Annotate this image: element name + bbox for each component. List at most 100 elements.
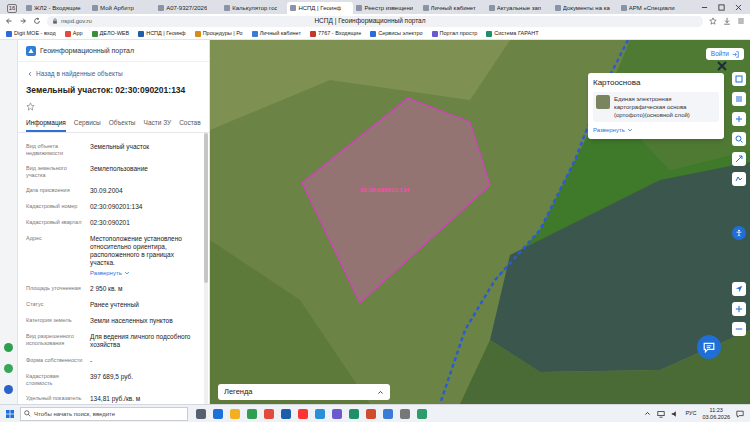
- panel-tab[interactable]: Сервисы: [74, 119, 101, 132]
- taskbar-app-icon[interactable]: [383, 409, 393, 419]
- maximize-icon[interactable]: [718, 4, 725, 11]
- bookmark[interactable]: Система ГАРАНТ: [486, 30, 538, 37]
- legend-bar[interactable]: Легенда: [218, 384, 390, 400]
- bookmark-label[interactable]: App: [73, 30, 83, 37]
- bookmark-label[interactable]: Личный кабинет: [260, 30, 301, 37]
- bookmark-label[interactable]: Портал простр: [440, 30, 478, 37]
- basemap-expand[interactable]: Развернуть: [593, 126, 719, 134]
- map-tool-icon[interactable]: [732, 172, 746, 186]
- taskbar-app-icon[interactable]: [213, 409, 223, 419]
- map-tool-icon[interactable]: [732, 112, 746, 126]
- browser-tab[interactable]: Калькулятор гос: [221, 2, 287, 14]
- login-text[interactable]: Войти: [711, 50, 729, 58]
- bookmark-star-icon[interactable]: [709, 17, 717, 25]
- tab-label[interactable]: ЖЛ2 - Входящие: [34, 4, 81, 12]
- browser-tab[interactable]: НСПД | Геоинф: [287, 2, 353, 14]
- taskbar-app-icon[interactable]: [400, 409, 410, 419]
- clock-time[interactable]: 11:23: [710, 407, 723, 414]
- bookmark[interactable]: НСПД | Геоинф: [138, 30, 185, 37]
- tab-label[interactable]: АРМ «Специали: [629, 4, 675, 12]
- zoom-in-icon[interactable]: [732, 302, 746, 316]
- sidebar-app-icon[interactable]: [4, 385, 13, 394]
- bookmark[interactable]: ДЕЛО-WEB: [92, 30, 130, 37]
- bookmark-label[interactable]: Digit МОЕ - вход: [14, 30, 56, 37]
- menu-icon[interactable]: [737, 17, 745, 25]
- bookmark[interactable]: App: [65, 30, 83, 37]
- taskbar-app-icon[interactable]: [315, 409, 325, 419]
- zoom-out-icon[interactable]: [732, 322, 746, 336]
- tab-label[interactable]: Реестр извещени: [364, 4, 413, 12]
- sidebar-app-icon[interactable]: [4, 364, 13, 373]
- browser-tab[interactable]: Актуальные зап: [486, 2, 552, 14]
- map-tool-icon[interactable]: [732, 152, 746, 166]
- favorite-star-icon[interactable]: [26, 102, 35, 111]
- taskbar-app-icon[interactable]: [417, 409, 427, 419]
- bookmark-label[interactable]: 7767 - Входящие: [318, 30, 361, 37]
- back-text[interactable]: Назад в найденные объекты: [36, 70, 123, 78]
- bookmark[interactable]: Личный кабинет: [252, 30, 301, 37]
- browser-tab[interactable]: Мой Арбитр: [89, 2, 155, 14]
- basemap-layer-name[interactable]: Единая электронная картографическая осно…: [614, 95, 716, 119]
- address-text[interactable]: nspd.gov.ru: [61, 17, 92, 25]
- taskbar-app-icon[interactable]: [349, 409, 359, 419]
- locate-icon[interactable]: [732, 282, 746, 296]
- chat-icon[interactable]: [697, 335, 721, 359]
- notifications-icon[interactable]: [736, 410, 744, 418]
- address-bar[interactable]: nspd.gov.ruНСПД | Геоинформационный порт…: [47, 16, 703, 27]
- tray-arrow-icon[interactable]: [644, 410, 651, 417]
- browser-tab[interactable]: Документы на ка: [552, 2, 618, 14]
- browser-tab[interactable]: ЖЛ2 - Входящие: [23, 2, 89, 14]
- tab-label[interactable]: Документы на ка: [563, 4, 610, 12]
- browser-tab[interactable]: Личный кабинет: [420, 2, 486, 14]
- bookmark[interactable]: Процедуры | Ро: [195, 30, 243, 37]
- panel-tab[interactable]: Состав: [179, 119, 201, 132]
- map-tool-icon[interactable]: [732, 92, 746, 106]
- taskbar-app-icon[interactable]: [332, 409, 342, 419]
- tab-label[interactable]: Личный кабинет: [431, 4, 476, 12]
- bookmark[interactable]: Портал простр: [432, 30, 478, 37]
- taskbar-app-icon[interactable]: [247, 409, 257, 419]
- bookmark[interactable]: Digit МОЕ - вход: [6, 30, 56, 37]
- bookmark-label[interactable]: Система ГАРАНТ: [494, 30, 538, 37]
- browser-tab[interactable]: АРМ «Специали: [618, 2, 684, 14]
- panel-tab[interactable]: Информация: [26, 119, 66, 132]
- input-language[interactable]: РУС: [685, 410, 696, 417]
- map-tool-icon[interactable]: [732, 72, 746, 86]
- bookmark-label[interactable]: НСПД | Геоинф: [146, 30, 185, 37]
- taskbar-app-icon[interactable]: [196, 409, 206, 419]
- back-icon[interactable]: [5, 17, 13, 25]
- bookmark[interactable]: 7767 - Входящие: [310, 30, 361, 37]
- bookmark-label[interactable]: Сервисы электро: [378, 30, 422, 37]
- legend-text[interactable]: Легенда: [224, 387, 253, 397]
- search-placeholder[interactable]: Чтобы начать поиск, введите: [34, 410, 115, 418]
- download-icon[interactable]: [723, 17, 731, 25]
- bookmark-label[interactable]: Процедуры | Ро: [203, 30, 243, 37]
- taskbar-search[interactable]: Чтобы начать поиск, введите: [20, 407, 188, 421]
- taskbar-app-icon[interactable]: [230, 409, 240, 419]
- basemap-expand-text[interactable]: Развернуть: [593, 126, 625, 134]
- tab-counter[interactable]: 16: [4, 2, 20, 14]
- back-link[interactable]: Назад в найденные объекты: [18, 62, 209, 78]
- bookmark[interactable]: Сервисы электро: [370, 30, 422, 37]
- clock-date[interactable]: 03.06.2026: [702, 414, 730, 421]
- forward-icon[interactable]: [19, 17, 27, 25]
- browser-tab[interactable]: Реестр извещени: [353, 2, 419, 14]
- tab-label[interactable]: А07-9327/2026: [166, 4, 207, 12]
- tab-label[interactable]: НСПД | Геоинф: [298, 4, 341, 12]
- map[interactable]: 02:30:090201:134ВойтиКартоосноваЕдиная э…: [210, 40, 750, 404]
- panel-tab[interactable]: Объекты: [109, 119, 136, 132]
- browser-tab[interactable]: А07-9327/2026: [155, 2, 221, 14]
- basemap-layer[interactable]: Единая электронная картографическая осно…: [593, 92, 719, 122]
- expand-link[interactable]: Развернуть: [90, 269, 196, 277]
- login-button[interactable]: Войти: [706, 48, 744, 60]
- tab-count[interactable]: 16: [7, 4, 18, 13]
- map-tool-icon[interactable]: [732, 132, 746, 146]
- clock[interactable]: 11:2303.06.2026: [702, 407, 730, 420]
- close-icon[interactable]: [735, 4, 742, 11]
- tab-label[interactable]: Мой Арбитр: [100, 4, 134, 12]
- tab-label[interactable]: Калькулятор гос: [232, 4, 277, 12]
- parcel-label[interactable]: 02:30:090201:134: [360, 186, 409, 194]
- accessibility-icon[interactable]: [732, 226, 746, 240]
- tab-label[interactable]: Актуальные зап: [497, 4, 541, 12]
- scrollbar[interactable]: [204, 133, 208, 404]
